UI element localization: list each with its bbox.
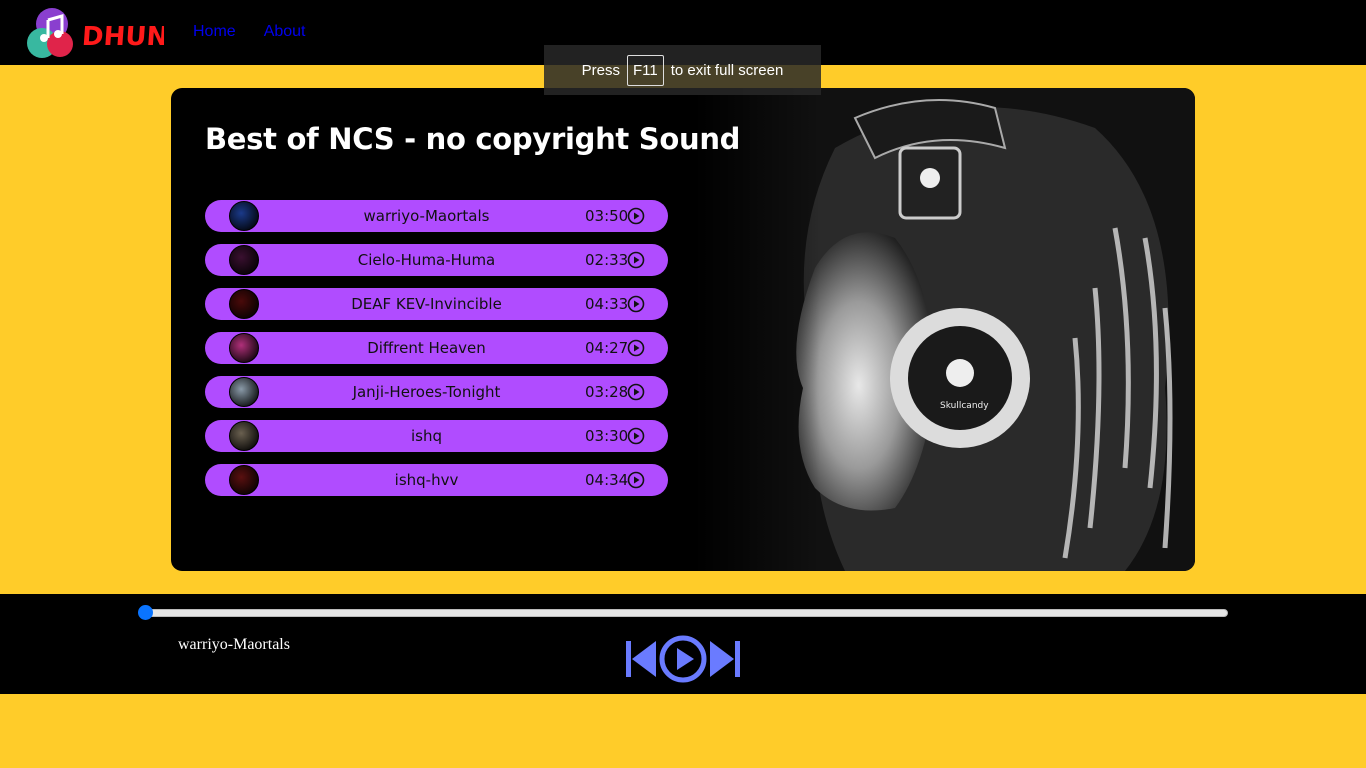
svg-text:DHUN: DHUN [81,22,164,52]
song-cover-image [229,465,259,495]
song-duration: 04:33 [585,295,629,313]
dhun-logo[interactable]: DHUN [24,8,169,58]
playlist-container: Skullcandy Best of NCS - no copyright So… [171,88,1195,571]
song-cover-image [229,377,259,407]
play-circle-icon[interactable] [627,339,645,357]
play-circle-icon[interactable] [627,471,645,489]
song-cover-image [229,333,259,363]
play-icon[interactable] [658,634,708,684]
song-item[interactable]: Janji-Heroes-Tonight 03:28 [205,376,668,408]
song-name: warriyo-Maortals [363,207,490,225]
play-circle-icon[interactable] [627,295,645,313]
f11-key: F11 [627,54,664,86]
previous-icon[interactable] [624,637,658,681]
song-name: Janji-Heroes-Tonight [352,383,501,401]
song-item[interactable]: ishq-hvv 04:34 [205,464,668,496]
song-cover-image [229,289,259,319]
song-duration: 04:34 [585,471,629,489]
song-item[interactable]: ishq 03:30 [205,420,668,452]
song-duration: 03:28 [585,383,629,401]
next-icon[interactable] [708,637,742,681]
nav-about-link[interactable]: About [264,23,306,41]
song-item[interactable]: Diffrent Heaven 04:27 [205,332,668,364]
song-name: Cielo-Huma-Huma [357,251,496,269]
nav-links: Home About [193,23,306,41]
song-name: ishq-hvv [394,471,459,489]
now-playing-title: warriyo-Maortals [178,636,290,653]
song-name: Diffrent Heaven [367,339,486,357]
song-duration: 04:27 [585,339,629,357]
play-circle-icon[interactable] [627,251,645,269]
song-cover-image [229,421,259,451]
play-circle-icon[interactable] [627,383,645,401]
play-circle-icon[interactable] [627,207,645,225]
song-name: ishq [410,427,442,445]
song-duration: 02:33 [585,251,629,269]
song-item[interactable]: warriyo-Maortals 03:50 [205,200,668,232]
notice-prefix: Press [581,61,621,79]
player-controls [624,634,742,684]
song-duration: 03:50 [585,207,629,225]
song-list: warriyo-Maortals 03:50 Cielo-Huma-Huma 02:3… [205,200,668,508]
fullscreen-notice: Press F11 to exit full screen [544,45,821,95]
progress-thumb[interactable] [138,605,153,620]
song-name: DEAF KEV-Invincible [351,295,502,313]
nav-home-link[interactable]: Home [193,23,236,41]
song-duration: 03:30 [585,427,629,445]
song-item[interactable]: Cielo-Huma-Huma 02:33 [205,244,668,276]
progress-bar[interactable] [140,609,1228,617]
headphones-girl-image: Skullcandy [695,88,1195,571]
player-bar: warriyo-Maortals [0,594,1366,694]
song-cover-image [229,245,259,275]
play-circle-icon[interactable] [627,427,645,445]
song-cover-image [229,201,259,231]
playlist-title: Best of NCS - no copyright Sound [205,122,741,156]
song-item[interactable]: DEAF KEV-Invincible 04:33 [205,288,668,320]
notice-suffix: to exit full screen [670,61,784,79]
